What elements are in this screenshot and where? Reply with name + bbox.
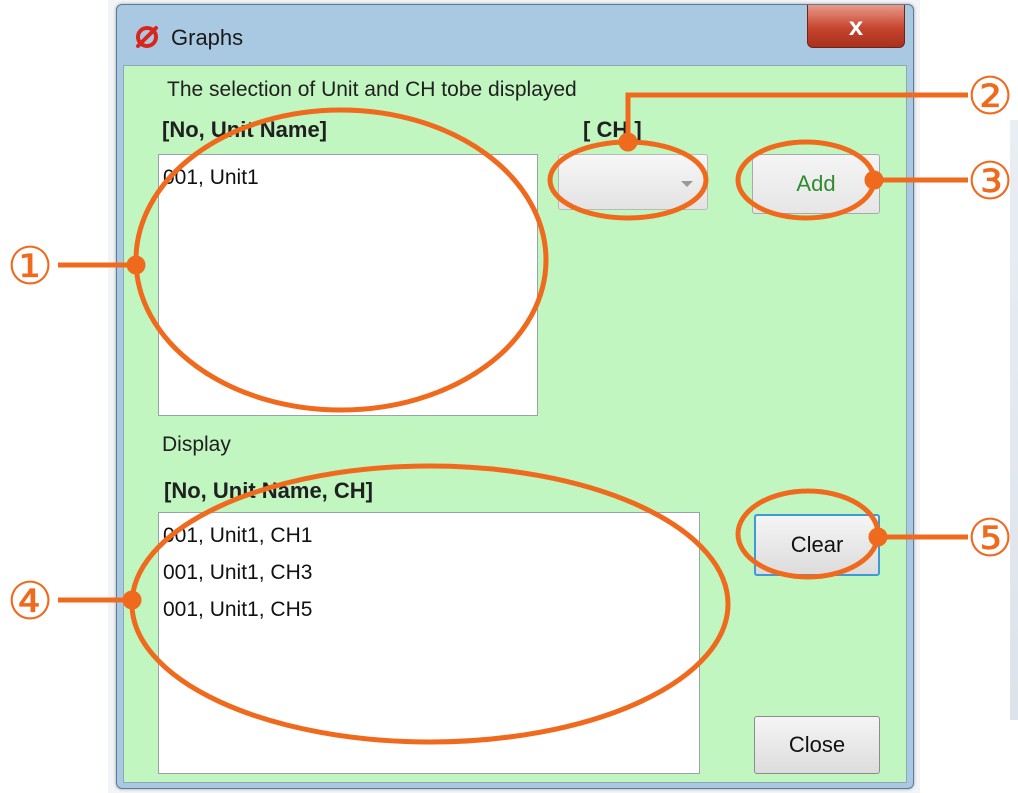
unit-listbox[interactable]: 001, Unit1: [158, 154, 538, 416]
ch-header: [ CH ]: [583, 117, 642, 142]
list-item[interactable]: 001, Unit1, CH1: [163, 517, 695, 554]
title-bar: Graphs x: [117, 5, 913, 65]
add-button-label: Add: [796, 171, 836, 196]
add-button[interactable]: Add: [752, 154, 880, 214]
display-list-header: [No, Unit Name, CH]: [164, 478, 373, 503]
list-item[interactable]: 001, Unit1: [163, 159, 533, 196]
callout-number-2: ②: [967, 67, 1014, 127]
close-window-button[interactable]: x: [807, 5, 905, 48]
close-button[interactable]: Close: [754, 716, 880, 774]
callout-number-1: ①: [7, 237, 54, 297]
callout-number-4: ④: [7, 572, 54, 632]
display-heading: Display: [162, 433, 231, 456]
chevron-down-icon: [681, 181, 693, 187]
callout-number-5: ⑤: [967, 509, 1014, 569]
display-listbox[interactable]: 001, Unit1, CH1 001, Unit1, CH3 001, Uni…: [158, 512, 700, 774]
unit-list-header: [No, Unit Name]: [162, 117, 327, 142]
callout-number-3: ③: [967, 152, 1014, 212]
window-title: Graphs: [171, 25, 244, 50]
list-item[interactable]: 001, Unit1, CH5: [163, 591, 695, 628]
close-icon: x: [848, 10, 864, 41]
clear-button-label: Clear: [790, 532, 844, 557]
dialog-client-area: The selection of Unit and CH tobe displa…: [123, 65, 907, 783]
selection-heading: The selection of Unit and CH tobe displa…: [167, 78, 577, 101]
ch-combobox[interactable]: [558, 154, 708, 210]
close-button-label: Close: [788, 732, 846, 757]
clear-button[interactable]: Clear: [754, 514, 880, 576]
list-item[interactable]: 001, Unit1, CH3: [163, 554, 695, 591]
graphs-dialog: Graphs x The selection of Unit and CH to…: [116, 4, 914, 789]
app-logo-icon: [136, 26, 158, 48]
background-edge: [1010, 120, 1018, 720]
